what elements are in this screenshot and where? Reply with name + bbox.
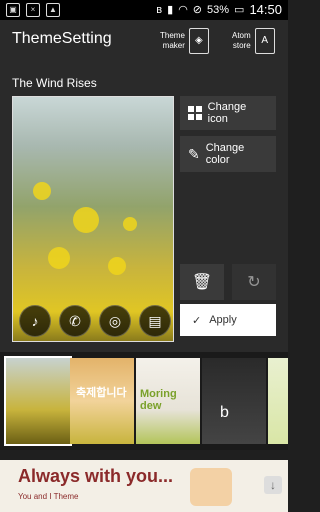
atom-store-icon: A	[254, 28, 275, 54]
music-icon[interactable]: ♪	[19, 305, 51, 337]
delete-button[interactable]: 🗑	[180, 264, 224, 300]
thumb-bike-icon: b	[220, 404, 229, 421]
ad-headline: Always with you...	[18, 466, 174, 486]
download-icon[interactable]: ↓	[264, 476, 282, 494]
flower	[33, 182, 51, 200]
flower	[123, 217, 137, 231]
battery-icon: ▭	[234, 4, 245, 16]
thumb-bike[interactable]: b	[202, 358, 266, 444]
change-icon-button[interactable]: Change icon	[180, 96, 276, 130]
wifi-icon: ◠	[178, 4, 188, 16]
thumb-wind-rises[interactable]	[4, 356, 72, 446]
camera-icon[interactable]: ◎	[99, 305, 131, 337]
flower	[48, 247, 70, 269]
thumb-moring-dew-text: Moring dew	[140, 388, 177, 412]
thumb-korean[interactable]: 축제합니다	[70, 358, 134, 444]
change-color-label: Change color	[205, 142, 245, 166]
screenshot-icon: ▣	[6, 3, 20, 17]
app-bar: ThemeSetting Theme maker ◈ Atom store A	[0, 20, 288, 62]
reset-button[interactable]: ↻	[232, 264, 276, 300]
theme-maker-label: Theme maker	[160, 31, 185, 50]
flower	[73, 207, 99, 233]
thumb-partial[interactable]	[268, 358, 288, 444]
phone-icon[interactable]: ✆	[59, 305, 91, 337]
clock: 14:50	[249, 2, 282, 17]
grid-icon	[188, 106, 202, 120]
image-icon: ▲	[46, 3, 60, 17]
apply-label: Apply	[209, 314, 237, 326]
battery-text: 53%	[207, 3, 230, 16]
ad-subtext: You and I Theme	[18, 492, 79, 501]
couple-bike-illustration	[190, 468, 232, 506]
ad-banner[interactable]: Always with you... You and I Theme ↓	[0, 460, 288, 512]
theme-panel: The Wind Rises ♪ ✆ ◎ ▤ Change icon ✎ Cha…	[0, 62, 288, 352]
apply-button[interactable]: ✓ Apply	[180, 304, 276, 336]
trash-icon: 🗑	[191, 274, 213, 291]
status-bar: ▣ × ▲ ʙ ▮ ◠ ⊘ 53% ▭ 14:50	[0, 0, 288, 20]
theme-maker-icon: ◈	[188, 28, 209, 54]
thumb-korean-text: 축제합니다	[76, 387, 127, 399]
theme-thumbnails: 축제합니다 Moring dew b	[0, 352, 288, 450]
refresh-icon: ↻	[247, 274, 261, 291]
theme-maker-button[interactable]: Theme maker ◈	[160, 26, 209, 56]
tv-icon[interactable]: ▤	[139, 305, 171, 337]
change-color-button[interactable]: ✎ Change color	[180, 136, 276, 172]
preview-app-icons: ♪ ✆ ◎ ▤	[19, 305, 171, 337]
bluetooth-icon: ʙ	[156, 3, 163, 16]
do-not-disturb-icon: ⊘	[192, 4, 203, 16]
flower	[108, 257, 126, 275]
atom-store-button[interactable]: Atom store A	[232, 26, 275, 56]
theme-preview[interactable]: ♪ ✆ ◎ ▤	[12, 96, 174, 342]
check-icon: ✓	[192, 314, 202, 327]
file-icon: ×	[26, 3, 40, 17]
thumb-moring-dew[interactable]: Moring dew	[136, 358, 200, 444]
change-icon-label: Change icon	[207, 101, 247, 125]
page-title: ThemeSetting	[12, 30, 112, 47]
theme-name: The Wind Rises	[12, 76, 97, 90]
eyedropper-icon: ✎	[188, 145, 200, 162]
vibrate-icon: ▮	[167, 4, 174, 16]
atom-store-label: Atom store	[232, 31, 251, 50]
